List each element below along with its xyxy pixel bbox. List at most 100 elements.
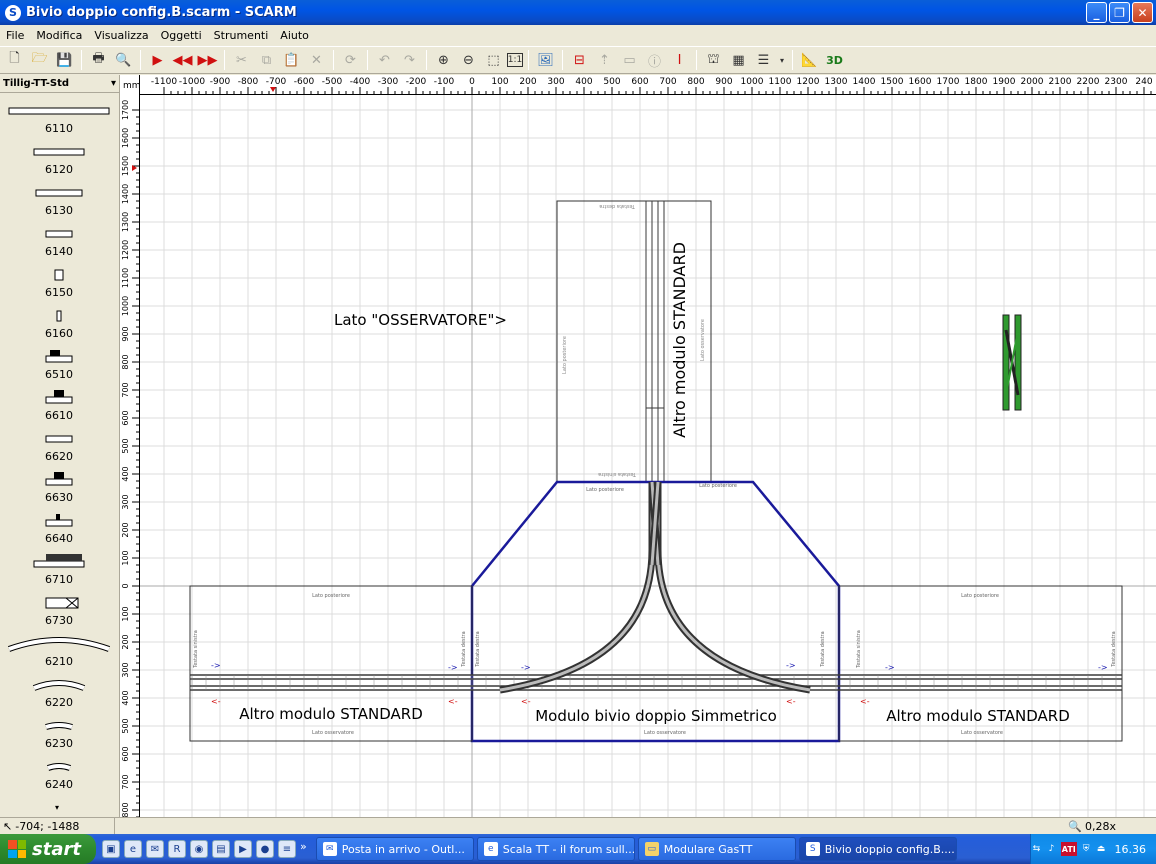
internet-explorer-icon[interactable]: e bbox=[124, 840, 142, 858]
open-icon[interactable]: 🗁 bbox=[28, 49, 51, 71]
part-item-6730[interactable]: 6730 bbox=[0, 592, 118, 632]
start-button[interactable]: start bbox=[0, 834, 96, 864]
print-preview-icon[interactable]: 🔍 bbox=[112, 49, 135, 71]
part-item-6620[interactable]: 6620 bbox=[0, 428, 118, 468]
info-icon[interactable]: ⓘ bbox=[643, 49, 666, 71]
app-shortcut-icon[interactable]: ● bbox=[256, 840, 274, 858]
part-item-6110[interactable]: 6110 bbox=[0, 100, 118, 140]
minimize-button[interactable]: _ bbox=[1086, 2, 1107, 23]
part-item-6120[interactable]: 6120 bbox=[0, 141, 118, 181]
delete-track-icon[interactable]: Ⅰ bbox=[668, 49, 691, 71]
app-shortcut-icon[interactable]: R bbox=[168, 840, 186, 858]
ruler-x-label: 100 bbox=[491, 77, 508, 87]
redo-icon[interactable]: ↷ bbox=[398, 49, 421, 71]
scarm-app-icon[interactable]: S bbox=[5, 4, 21, 21]
usb-icon[interactable]: ⏏ bbox=[1096, 842, 1107, 856]
module-right-label: Altro modulo STANDARD bbox=[886, 707, 1070, 725]
step-back-icon[interactable]: ◀◀ bbox=[171, 49, 194, 71]
part-code: 6630 bbox=[45, 491, 73, 504]
notepad-icon[interactable]: ≡ bbox=[278, 840, 296, 858]
print-icon[interactable]: 🖶 bbox=[87, 49, 110, 71]
copy-icon[interactable]: ⧉ bbox=[255, 49, 278, 71]
layout-canvas[interactable]: mm -1100 -1000 -900 -800 -700 -600 -500 -400 -300… bbox=[120, 75, 1156, 817]
ruler-x-label: -900 bbox=[210, 77, 231, 87]
part-item-6710[interactable]: 6710 bbox=[0, 551, 118, 591]
part-item-6160[interactable]: 6160 bbox=[0, 305, 118, 345]
rotate-icon[interactable]: ⟳ bbox=[339, 49, 362, 71]
part-item-6130[interactable]: 6130 bbox=[0, 182, 118, 222]
library-selector[interactable]: Tillig-TT-Std ▾ bbox=[0, 75, 119, 93]
volume-icon[interactable]: ♪ bbox=[1046, 842, 1057, 856]
task-ie[interactable]: e Scala TT - il forum sull... bbox=[476, 837, 635, 861]
delete-icon[interactable]: ✕ bbox=[305, 49, 328, 71]
ruler-x-label: -200 bbox=[406, 77, 427, 87]
measure-icon[interactable]: 📐 bbox=[798, 49, 821, 71]
part-item-6510[interactable]: 6510 bbox=[0, 346, 118, 386]
menu-strumenti[interactable]: Strumenti bbox=[208, 29, 275, 42]
outlook-express-icon[interactable]: ✉ bbox=[146, 840, 164, 858]
ruler-x-label: -1000 bbox=[179, 77, 205, 87]
close-button[interactable]: ✕ bbox=[1132, 2, 1153, 23]
menu-oggetti[interactable]: Oggetti bbox=[155, 29, 208, 42]
new-icon[interactable]: 🗋 bbox=[3, 49, 26, 71]
part-item-6140[interactable]: 6140 bbox=[0, 223, 118, 263]
part-item-6210[interactable]: 6210 bbox=[0, 633, 118, 673]
part-code: 6640 bbox=[45, 532, 73, 545]
part-item-6230[interactable]: 6230 bbox=[0, 715, 118, 755]
step-forward-icon[interactable]: ▶▶ bbox=[196, 49, 219, 71]
part-item-6240[interactable]: 6240 bbox=[0, 756, 118, 796]
ruler-x-label: 240 bbox=[1135, 77, 1152, 87]
task-outlook[interactable]: ✉ Posta in arrivo - Outl... bbox=[315, 837, 474, 861]
zoom-in-icon[interactable]: ⊕ bbox=[432, 49, 455, 71]
track-tool-icon[interactable]: ⊟ bbox=[568, 49, 591, 71]
quick-launch-chevron[interactable]: » bbox=[300, 840, 307, 858]
module-back-label: Lato posteriore bbox=[586, 487, 624, 493]
undo-icon[interactable]: ↶ bbox=[373, 49, 396, 71]
menu-visualizza[interactable]: Visualizza bbox=[88, 29, 154, 42]
ati-tray-icon[interactable]: ATI bbox=[1060, 842, 1077, 856]
menu-aiuto[interactable]: Aiuto bbox=[274, 29, 315, 42]
maximize-button[interactable]: ❐ bbox=[1109, 2, 1130, 23]
part-code: 6240 bbox=[45, 778, 73, 791]
start-label: start bbox=[32, 838, 81, 860]
layers-dropdown-icon[interactable]: ▾ bbox=[777, 49, 787, 71]
scroll-down-icon[interactable]: ▾ bbox=[55, 803, 59, 812]
label-icon[interactable]: ▭ bbox=[618, 49, 641, 71]
layout-drawing[interactable]: mm -1100 -1000 -900 -800 -700 -600 -500 -400 -300… bbox=[120, 75, 1156, 817]
part-item-6150[interactable]: 6150 bbox=[0, 264, 118, 304]
firefox-icon[interactable]: ◉ bbox=[190, 840, 208, 858]
bridge-icon[interactable]: ▦ bbox=[727, 49, 750, 71]
part-item-6220[interactable]: 6220 bbox=[0, 674, 118, 714]
menu-file[interactable]: File bbox=[0, 29, 30, 42]
toolbar-separator bbox=[224, 50, 225, 70]
show-desktop-icon[interactable]: ▣ bbox=[102, 840, 120, 858]
part-item-6640[interactable]: 6640 bbox=[0, 510, 118, 550]
zoom-fit-icon[interactable]: ⬚ bbox=[482, 49, 505, 71]
media-player-icon[interactable]: ▶ bbox=[234, 840, 252, 858]
track-part-icon bbox=[8, 107, 110, 115]
3d-view-icon[interactable]: 3D bbox=[823, 49, 846, 71]
zoom-1to1-icon[interactable]: 1:1 bbox=[507, 53, 523, 67]
task-folder[interactable]: ▭ Modulare GasTT bbox=[637, 837, 796, 861]
network-icon[interactable]: ⇆ bbox=[1031, 842, 1042, 856]
tunnel-icon[interactable]: ⛫ bbox=[702, 49, 725, 71]
calculator-icon[interactable]: ▤ bbox=[212, 840, 230, 858]
paste-icon[interactable]: 📋 bbox=[280, 49, 303, 71]
task-scarm[interactable]: S Bivio doppio config.B.... bbox=[798, 837, 957, 861]
part-code: 6710 bbox=[45, 573, 73, 586]
save-icon[interactable]: 💾 bbox=[53, 49, 76, 71]
cut-icon[interactable]: ✂ bbox=[230, 49, 253, 71]
zoom-out-icon[interactable]: ⊖ bbox=[457, 49, 480, 71]
magnifier-icon: 🔍 bbox=[1068, 819, 1082, 833]
shield-icon[interactable]: ⛨ bbox=[1081, 842, 1092, 856]
part-item-6630[interactable]: 6630 bbox=[0, 469, 118, 509]
height-icon[interactable]: ⇡ bbox=[593, 49, 616, 71]
zoom-value: 0,28x bbox=[1084, 819, 1116, 833]
part-item-6610[interactable]: 6610 bbox=[0, 387, 118, 427]
background-image-icon[interactable]: 🖼 bbox=[534, 49, 557, 71]
ruler-y-label: 600 bbox=[121, 746, 130, 761]
menu-modifica[interactable]: Modifica bbox=[30, 29, 88, 42]
track-part-icon bbox=[45, 230, 73, 238]
layers-icon[interactable]: ☰ bbox=[752, 49, 775, 71]
play-icon[interactable]: ▶ bbox=[146, 49, 169, 71]
